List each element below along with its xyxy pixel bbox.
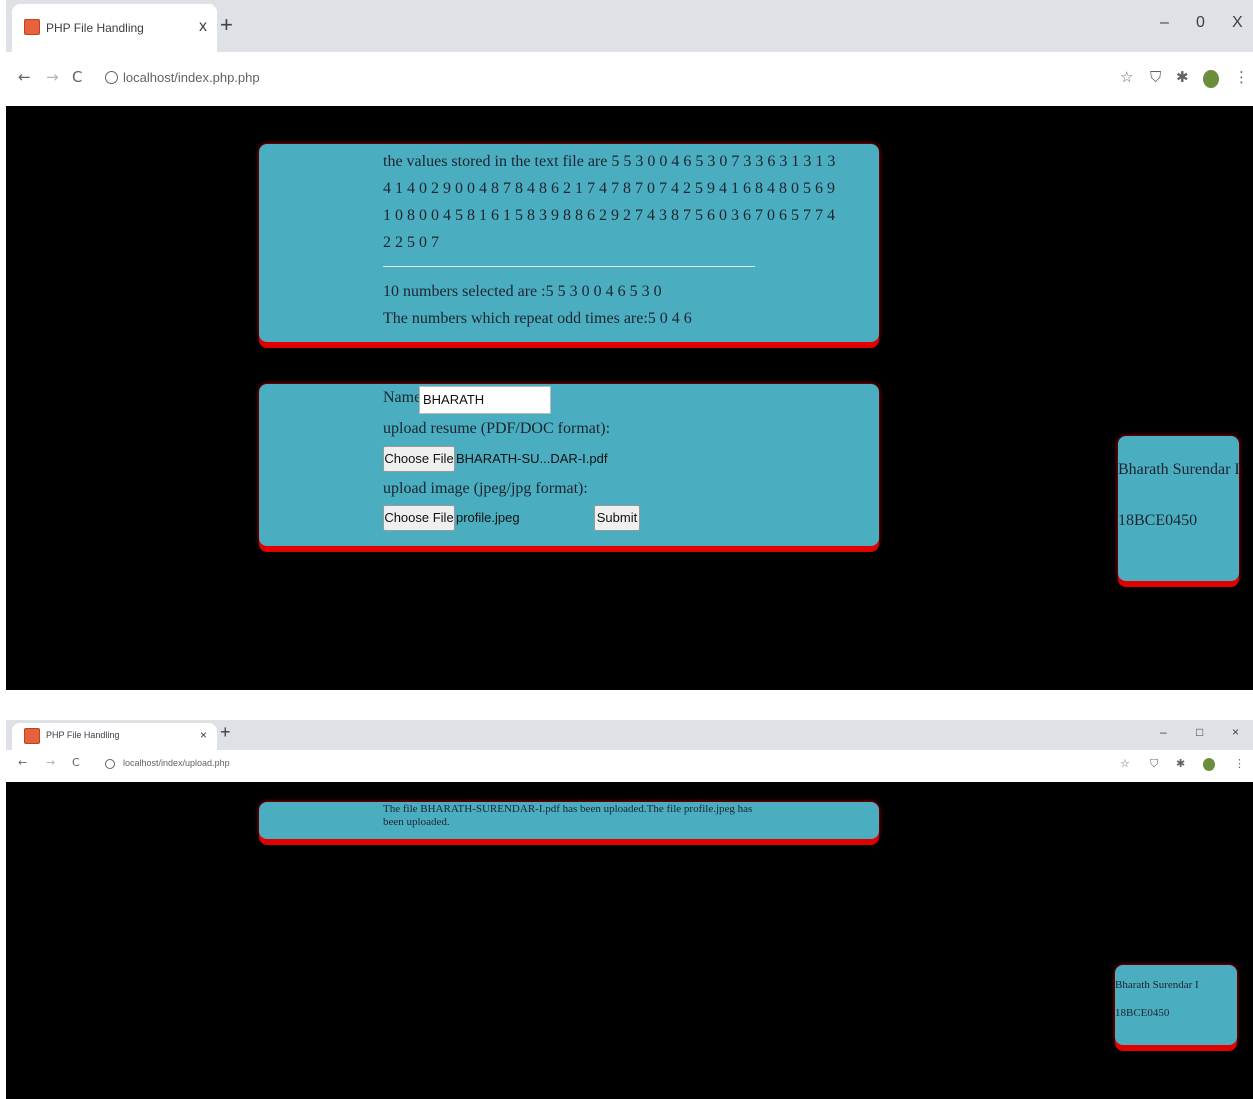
address-bar[interactable]: localhost/index.php.php [123,70,260,85]
name-input-value: BHARATH [423,392,485,407]
divider [383,266,755,267]
forward-arrow-icon[interactable]: → [46,756,55,769]
menu-kebab-icon[interactable]: ⋮ [1234,757,1245,770]
student-name: Bharath Surendar I [1115,979,1199,991]
address-bar[interactable]: localhost/index/upload.php [123,758,230,768]
address-toolbar: ← → C localhost/index.php.php ☆ ⛉ ✱ ⋮ [6,52,1253,106]
window-close-icon[interactable]: X [1232,14,1243,32]
star-icon[interactable]: ☆ [1120,757,1130,770]
student-id: 18BCE0450 [1115,1007,1170,1019]
profile-avatar-icon[interactable] [1203,758,1215,771]
selected-numbers: 10 numbers selected are :5 5 3 0 0 4 6 5… [383,283,662,300]
page-content: The file BHARATH-SURENDAR-I.pdf has been… [6,782,1253,1099]
minimize-icon[interactable]: – [1160,725,1167,739]
tab-title: PHP File Handling [46,21,144,35]
browser-tab[interactable]: PHP File Handling × [12,723,217,750]
profile-avatar-icon[interactable] [1203,70,1219,88]
tab-close-icon[interactable]: × [200,728,207,742]
extension-shield-icon[interactable]: ⛉ [1150,68,1161,86]
student-info-card: Bharath Surendar I 18BCE0450 [1115,965,1237,1045]
back-arrow-icon[interactable]: ← [18,756,27,769]
student-id: 18BCE0450 [1118,512,1198,529]
new-tab-icon[interactable]: + [220,722,231,743]
reload-icon[interactable]: C [72,756,80,769]
name-input[interactable]: BHARATH [419,386,551,414]
tab-bar: PHP File Handling × + – □ × [6,720,1253,750]
resume-label: upload resume (PDF/DOC format): [383,420,611,437]
new-tab-icon[interactable]: + [220,12,233,38]
extension-shield-icon[interactable]: ⛉ [1150,757,1158,771]
forward-arrow-icon[interactable]: → [46,68,59,86]
student-name: Bharath Surendar I [1118,461,1240,478]
reload-icon[interactable]: C [72,68,82,86]
values-line-4: 2 2 5 0 7 [383,234,439,251]
resume-file-name: BHARATH-SU...DAR-I.pdf [456,451,608,466]
window-close-icon[interactable]: × [1232,725,1239,739]
info-icon[interactable] [105,759,115,769]
star-icon[interactable]: ☆ [1120,68,1133,86]
values-card: the values stored in the text file are 5… [259,144,879,342]
maximize-icon[interactable]: □ [1196,725,1203,739]
image-file-name: profile.jpeg [456,510,520,525]
student-info-card: Bharath Surendar I 18BCE0450 [1118,436,1240,581]
results-text: 10 numbers selected are :5 5 3 0 0 4 6 5… [383,278,692,332]
tab-bar: PHP File Handling x + – 0 X [6,0,1253,52]
address-toolbar: ← → C localhost/index/upload.php ☆ ⛉ ✱ ⋮ [6,750,1253,782]
tab-title: PHP File Handling [46,730,120,740]
minimize-icon[interactable]: – [1160,14,1169,32]
choose-image-button[interactable]: Choose File [383,505,455,531]
info-icon[interactable] [105,71,118,84]
values-line-2: 4 1 4 0 2 9 0 0 4 8 7 8 4 8 6 2 1 7 4 7 … [383,180,835,197]
page-content: the values stored in the text file are 5… [6,106,1253,690]
tab-close-icon[interactable]: x [199,18,207,36]
values-text: the values stored in the text file are 5… [383,148,835,256]
image-label: upload image (jpeg/jpg format): [383,480,588,497]
menu-kebab-icon[interactable]: ⋮ [1234,68,1249,86]
odd-repeat-numbers: The numbers which repeat odd times are:5… [383,310,692,327]
choose-resume-button[interactable]: Choose File [383,446,455,472]
upload-result-card: The file BHARATH-SURENDAR-I.pdf has been… [259,802,879,839]
values-line-3: 1 0 8 0 0 4 5 8 1 6 1 5 8 3 9 8 8 6 2 9 … [383,207,835,224]
values-line-1: the values stored in the text file are 5… [383,153,836,170]
extensions-puzzle-icon[interactable]: ✱ [1176,68,1189,86]
extensions-puzzle-icon[interactable]: ✱ [1176,757,1185,770]
browser-window-1: PHP File Handling x + – 0 X ← → C localh… [6,0,1253,690]
upload-form-card: Name: BHARATH upload resume (PDF/DOC for… [259,384,879,546]
php-favicon-icon [24,728,40,744]
upload-message: The file BHARATH-SURENDAR-I.pdf has been… [383,803,753,828]
browser-window-2: PHP File Handling × + – □ × ← → C localh… [6,720,1253,1099]
php-favicon-icon [24,19,40,35]
browser-tab[interactable]: PHP File Handling x [12,4,217,52]
maximize-icon[interactable]: 0 [1196,14,1205,32]
submit-button[interactable]: Submit [594,505,640,531]
back-arrow-icon[interactable]: ← [18,68,31,86]
